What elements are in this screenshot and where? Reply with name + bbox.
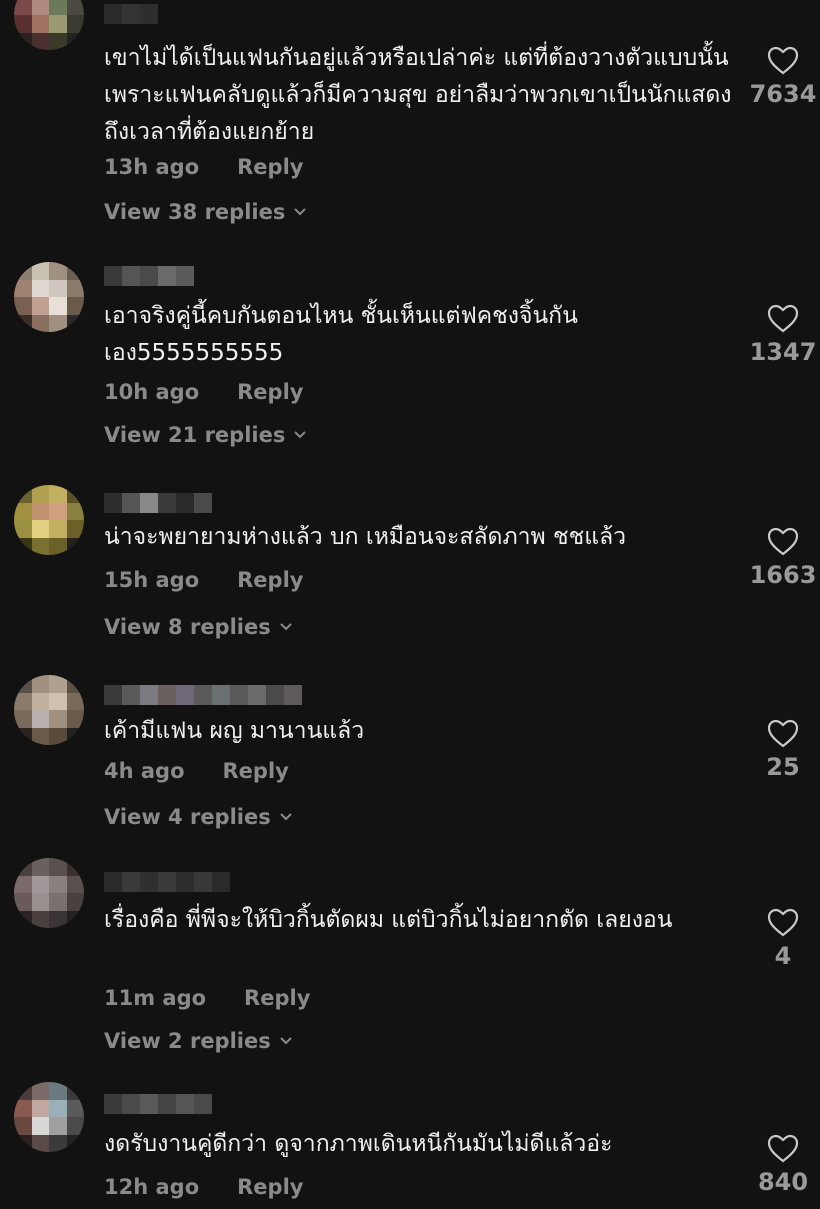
heart-outline-icon[interactable] <box>766 527 800 557</box>
avatar[interactable] <box>14 858 84 928</box>
like-control: 1663 <box>750 527 816 589</box>
like-control: 25 <box>750 719 816 781</box>
comment-text: เอาจริงคู่นี้คบกันตอนไหน ชั้นเห็นแต่ฟคชง… <box>104 303 578 366</box>
comment-time: 11m ago <box>104 986 207 1010</box>
avatar[interactable] <box>14 1082 84 1152</box>
username-blurred[interactable] <box>104 685 302 705</box>
like-count: 1347 <box>749 338 817 366</box>
heart-outline-icon[interactable] <box>766 908 800 938</box>
reply-button[interactable]: Reply <box>237 568 303 592</box>
username-blurred[interactable] <box>104 493 212 513</box>
reply-button[interactable]: Reply <box>223 759 289 783</box>
chevron-down-icon <box>280 813 292 821</box>
comment-text: งดรับงานคู่ดีกว่า ดูจากภาพเดินหนีกันมันไ… <box>104 1131 613 1157</box>
reply-button[interactable]: Reply <box>237 380 303 404</box>
comment-meta: 4h ago Reply <box>104 759 289 783</box>
comment-meta: 12h ago Reply <box>104 1175 303 1199</box>
chevron-down-icon <box>280 623 292 631</box>
heart-outline-icon[interactable] <box>766 46 800 76</box>
comment-thread: เขาไม่ได้เป็นแฟนกันอยู่แล้วหรือเปล่าค่ะ … <box>0 0 820 1209</box>
username-blurred[interactable] <box>104 266 194 286</box>
comment-text: น่าจะพยายามห่างแล้ว บก เหมือนจะสลัดภาพ ช… <box>104 524 627 550</box>
avatar[interactable] <box>14 675 84 745</box>
like-control: 4 <box>750 908 816 970</box>
heart-outline-icon[interactable] <box>766 304 800 334</box>
username-blurred[interactable] <box>104 4 158 24</box>
view-replies-label: View 21 replies <box>104 423 286 447</box>
reply-button[interactable]: Reply <box>237 155 303 179</box>
view-replies-button[interactable]: View 2 replies <box>104 1029 293 1053</box>
comment-meta: 15h ago Reply <box>104 568 303 592</box>
like-count: 7634 <box>749 80 817 108</box>
reply-button[interactable]: Reply <box>244 986 310 1010</box>
view-replies-label: View 4 replies <box>104 805 271 829</box>
heart-outline-icon[interactable] <box>766 1134 800 1164</box>
like-control: 1347 <box>750 304 816 366</box>
comment-time: 10h ago <box>104 380 200 404</box>
comment-time: 4h ago <box>104 759 185 783</box>
chevron-down-icon <box>294 208 307 216</box>
chevron-down-icon <box>294 431 307 439</box>
like-control: 7634 <box>750 46 816 108</box>
comment-meta: 13h ago Reply <box>104 155 303 179</box>
comment-text: เรื่องคือ พี่พีจะให้บิวกิ้นตัดผม แต่บิวก… <box>104 907 673 933</box>
chevron-down-icon <box>280 1037 292 1045</box>
view-replies-label: View 8 replies <box>104 615 271 639</box>
username-blurred[interactable] <box>104 1094 212 1114</box>
comment-meta: 10h ago Reply <box>104 380 303 404</box>
comment-meta: 11m ago Reply <box>104 986 310 1010</box>
view-replies-label: View 38 replies <box>104 200 286 224</box>
like-count: 25 <box>766 753 800 781</box>
heart-outline-icon[interactable] <box>766 719 800 749</box>
like-count: 4 <box>774 942 792 970</box>
comment-time: 15h ago <box>104 568 200 592</box>
avatar[interactable] <box>14 485 84 555</box>
view-replies-button[interactable]: View 38 replies <box>104 200 307 224</box>
comment-time: 12h ago <box>104 1175 200 1199</box>
comment-text: เค้ามีแฟน ผญ มานานแล้ว <box>104 718 365 744</box>
avatar[interactable] <box>14 0 84 50</box>
view-replies-button[interactable]: View 21 replies <box>104 423 307 447</box>
like-control: 840 <box>750 1134 816 1196</box>
view-replies-label: View 2 replies <box>104 1029 271 1053</box>
like-count: 840 <box>757 1168 809 1196</box>
view-replies-button[interactable]: View 8 replies <box>104 615 293 639</box>
comment-text: เขาไม่ได้เป็นแฟนกันอยู่แล้วหรือเปล่าค่ะ … <box>104 45 732 145</box>
username-blurred[interactable] <box>104 872 230 892</box>
comment-time: 13h ago <box>104 155 200 179</box>
like-count: 1663 <box>749 561 817 589</box>
avatar[interactable] <box>14 262 84 332</box>
reply-button[interactable]: Reply <box>237 1175 303 1199</box>
view-replies-button[interactable]: View 4 replies <box>104 805 293 829</box>
